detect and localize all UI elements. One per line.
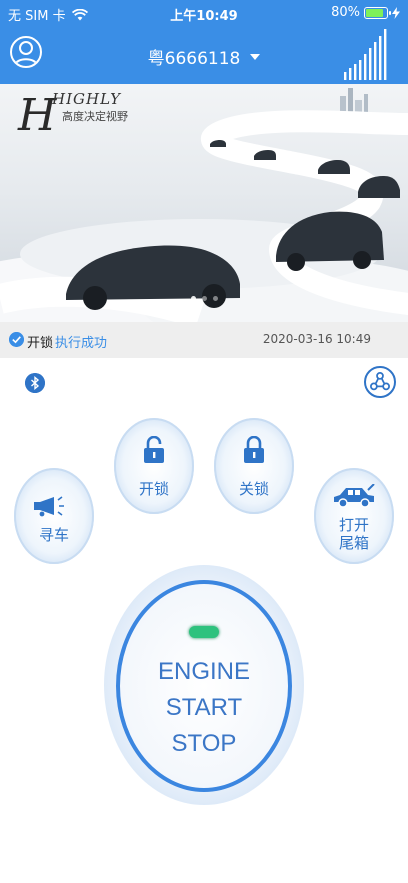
lock-button[interactable]: 关锁 (214, 418, 294, 514)
lock-label: 关锁 (238, 480, 269, 498)
battery-icon (364, 6, 391, 19)
engine-label-line1: ENGINE (157, 658, 250, 685)
status-bar: 无 SIM 卡 上午10:49 80% (0, 0, 408, 26)
plate-number: 粤6666118 (147, 49, 241, 69)
horn-icon (34, 496, 64, 517)
header-bar: 无 SIM 卡 上午10:49 80% 粤6666118 (0, 0, 408, 84)
engine-start-stop-button[interactable] (116, 580, 292, 792)
car-trunk-icon (334, 484, 375, 508)
share-icon[interactable] (364, 366, 396, 398)
pager-dot (212, 296, 218, 301)
banner-title: HIGHLY (52, 90, 121, 108)
charging-icon (392, 6, 400, 19)
status-right: 80% (331, 5, 400, 20)
banner-subtitle: 高度决定视野 (62, 110, 128, 123)
check-icon (9, 332, 24, 347)
engine-label-line2: START (165, 694, 243, 721)
signal-bars-icon (344, 29, 387, 80)
app-screen: 无 SIM 卡 上午10:49 80% 粤6666118 H HIGHLY 高度… (0, 0, 408, 883)
unlock-button[interactable]: 开锁 (114, 418, 194, 514)
last-command: 开锁 (27, 336, 54, 351)
promo-banner[interactable]: H HIGHLY 高度决定视野 (0, 84, 408, 322)
command-timestamp: 2020-03-16 10:49 (262, 332, 371, 346)
unlock-icon (144, 436, 164, 463)
lock-icon (244, 436, 264, 463)
engine-label-line3: STOP (171, 730, 237, 757)
engine-status-led (189, 626, 219, 638)
bluetooth-icon[interactable] (25, 373, 45, 393)
trunk-label-line2: 尾箱 (338, 534, 369, 552)
battery-percent: 80% (331, 5, 360, 20)
command-status-row: 开锁 执行成功 2020-03-16 10:49 (0, 322, 408, 358)
open-trunk-button[interactable]: 打开 尾箱 (314, 468, 394, 564)
pager-dot (201, 296, 207, 301)
unlock-label: 开锁 (138, 480, 169, 498)
pager-dot (190, 296, 196, 301)
find-car-label: 寻车 (38, 526, 69, 544)
command-result: 执行成功 (55, 336, 108, 351)
find-car-button[interactable]: 寻车 (14, 468, 94, 564)
caret-down-icon (250, 53, 261, 60)
banner-pager[interactable] (0, 296, 408, 301)
